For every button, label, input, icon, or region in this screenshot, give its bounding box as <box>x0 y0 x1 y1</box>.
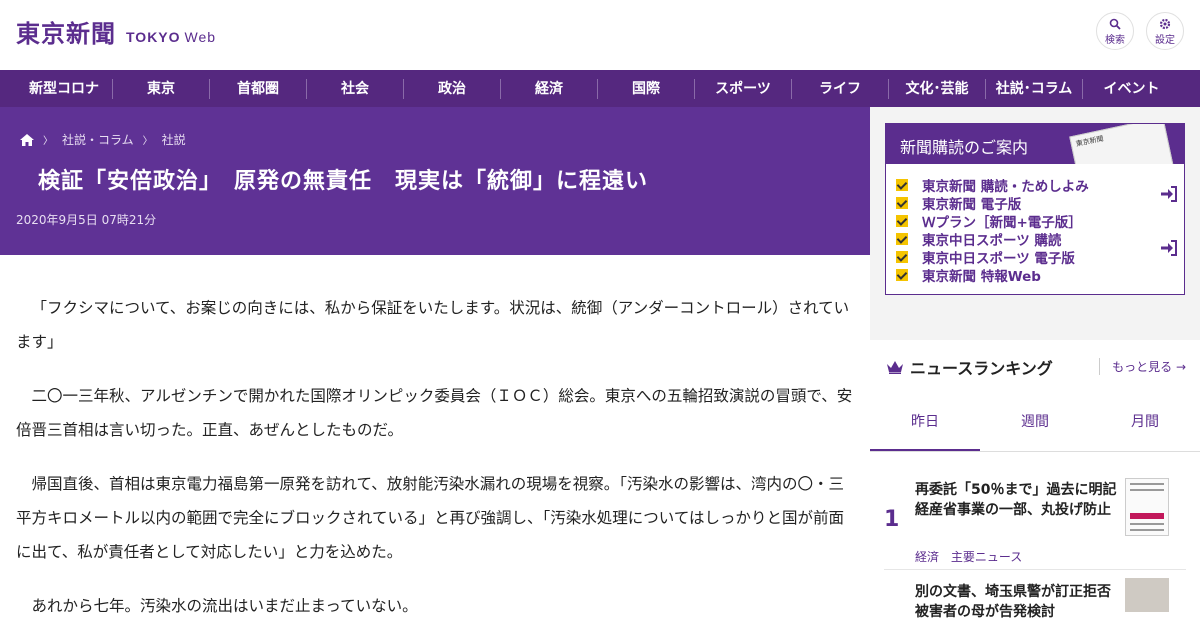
nav-item-economy[interactable]: 経済 <box>501 78 598 99</box>
article-paragraph: あれから七年。汚染水の流出はいまだ止まっていない。 <box>31 597 418 615</box>
ranking-item[interactable]: 別の文書、埼玉県警が訂正拒否 被害者の母が告発検討 <box>884 570 1186 620</box>
logo-en: TOKYO Web <box>126 29 217 45</box>
promo-title: 新聞購読のご案内 <box>900 138 1029 157</box>
ranking-thumbnail[interactable] <box>1125 478 1169 536</box>
nav-item-editorial[interactable]: 社説･コラム <box>986 78 1083 99</box>
ranking-item-tags: 経済 主要ニュース <box>915 548 1030 565</box>
gear-icon <box>1159 18 1171 30</box>
main-nav: 新型コロナ 東京 首都圏 社会 政治 経済 国際 スポーツ ライフ 文化･芸能 … <box>0 70 1200 107</box>
ranking-more-link[interactable]: もっと見る → <box>1099 358 1186 375</box>
article-header: 〉 社説・コラム 〉 社説 検証「安倍政治」 原発の無責任 現実は「統御」に程遠… <box>0 107 870 255</box>
promo-item[interactable]: Ｗプラン［新聞+電子版］ <box>896 212 1184 231</box>
nav-item-international[interactable]: 国際 <box>598 78 695 99</box>
subscription-promo: 新聞購読のご案内 東京新聞 東京新聞 購読・ためしよみ 東京新聞 電子版 Ｗプラ… <box>885 123 1185 295</box>
promo-item[interactable]: 東京中日スポーツ 電子版 <box>896 248 1184 267</box>
ranking-tabs: 昨日 週間 月間 <box>870 394 1200 452</box>
promo-header: 新聞購読のご案内 東京新聞 <box>886 124 1184 164</box>
site-logo[interactable]: 東京新聞 TOKYO Web <box>16 14 216 49</box>
breadcrumb: 〉 社説・コラム 〉 社説 <box>20 131 186 148</box>
check-icon <box>896 179 908 191</box>
promo-item[interactable]: 東京新聞 特報Web <box>896 266 1184 285</box>
breadcrumb-editorial[interactable]: 社説・コラム <box>62 131 134 148</box>
logo-jp: 東京新聞 <box>16 19 116 48</box>
article-paragraph: 帰国直後、首相は東京電力福島第一原発を訪れて、放射能汚染水漏れの現場を視察。「汚… <box>16 475 845 561</box>
tab-weekly[interactable]: 週間 <box>980 394 1090 451</box>
article-paragraph: 「フクシマについて、お案じの向きには、私から保証をいたします。状況は、統御（アン… <box>16 299 850 351</box>
nav-item-society[interactable]: 社会 <box>307 78 404 99</box>
tab-monthly[interactable]: 月間 <box>1090 394 1200 451</box>
promo-item[interactable]: 東京中日スポーツ 購読 <box>896 230 1184 256</box>
check-icon <box>896 215 908 227</box>
ranking-item-title[interactable]: 別の文書、埼玉県警が訂正拒否 被害者の母が告発検討 <box>915 582 1125 622</box>
ranking-thumbnail[interactable] <box>1125 578 1169 612</box>
nav-item-events[interactable]: イベント <box>1083 79 1180 99</box>
nav-item-metro[interactable]: 首都圏 <box>210 78 307 99</box>
settings-label: 設定 <box>1155 35 1175 46</box>
settings-button[interactable]: 設定 <box>1146 12 1184 50</box>
check-icon <box>896 251 908 263</box>
article-body: 「フクシマについて、お案じの向きには、私から保証をいたします。状況は、統御（アン… <box>0 255 870 630</box>
article-date: 2020年9月5日 07時21分 <box>16 213 157 227</box>
ranking-header: ニュースランキング もっと見る → <box>870 340 1200 394</box>
rank-number: 1 <box>884 507 900 532</box>
breadcrumb-shasetsu[interactable]: 社説 <box>162 131 186 148</box>
tab-yesterday[interactable]: 昨日 <box>870 394 980 451</box>
check-icon <box>896 269 908 281</box>
chevron-right-icon: 〉 <box>142 136 153 147</box>
check-icon <box>896 233 908 245</box>
search-icon <box>1109 18 1121 30</box>
chevron-right-icon: 〉 <box>43 136 53 147</box>
article-paragraph: 二〇一三年秋、アルゼンチンで開かれた国際オリンピック委員会（ＩＯＣ）総会。東京へ… <box>16 387 853 439</box>
home-icon[interactable] <box>20 133 34 146</box>
nav-item-tokyo[interactable]: 東京 <box>113 78 210 99</box>
search-button[interactable]: 検索 <box>1096 12 1134 50</box>
article-title: 検証「安倍政治」 原発の無責任 現実は「統御」に程遠い <box>38 169 649 194</box>
ranking-item[interactable]: 1 再委託「50％まで」過去に明記 経産省事業の一部、丸投げ防止 経済 主要ニュ… <box>884 452 1186 570</box>
check-icon <box>896 197 908 209</box>
nav-item-culture[interactable]: 文化･芸能 <box>889 78 986 99</box>
crown-icon <box>887 361 903 374</box>
newspaper-image: 東京新聞 <box>1069 124 1175 164</box>
promo-item[interactable]: 東京新聞 電子版 <box>896 194 1184 213</box>
ranking-title: ニュースランキング <box>910 359 1053 378</box>
tag-main-news[interactable]: 主要ニュース <box>951 550 1022 564</box>
news-ranking: ニュースランキング もっと見る → 昨日 週間 月間 1 再委託「50％まで」過… <box>870 340 1200 630</box>
nav-item-corona[interactable]: 新型コロナ <box>16 78 113 99</box>
arrow-right-icon: → <box>1175 360 1186 374</box>
promo-item[interactable]: 東京新聞 購読・ためしよみ <box>896 176 1184 202</box>
nav-item-sports[interactable]: スポーツ <box>695 78 792 99</box>
tag-economy[interactable]: 経済 <box>915 550 939 564</box>
ranking-item-title[interactable]: 再委託「50％まで」過去に明記 経産省事業の一部、丸投げ防止 <box>915 480 1130 520</box>
nav-item-life[interactable]: ライフ <box>792 78 889 99</box>
search-label: 検索 <box>1105 35 1125 46</box>
site-header: 東京新聞 TOKYO Web 検索 設定 <box>0 0 1200 70</box>
promo-list: 東京新聞 購読・ためしよみ 東京新聞 電子版 Ｗプラン［新聞+電子版］ 東京中日… <box>886 164 1184 285</box>
nav-item-politics[interactable]: 政治 <box>404 78 501 99</box>
